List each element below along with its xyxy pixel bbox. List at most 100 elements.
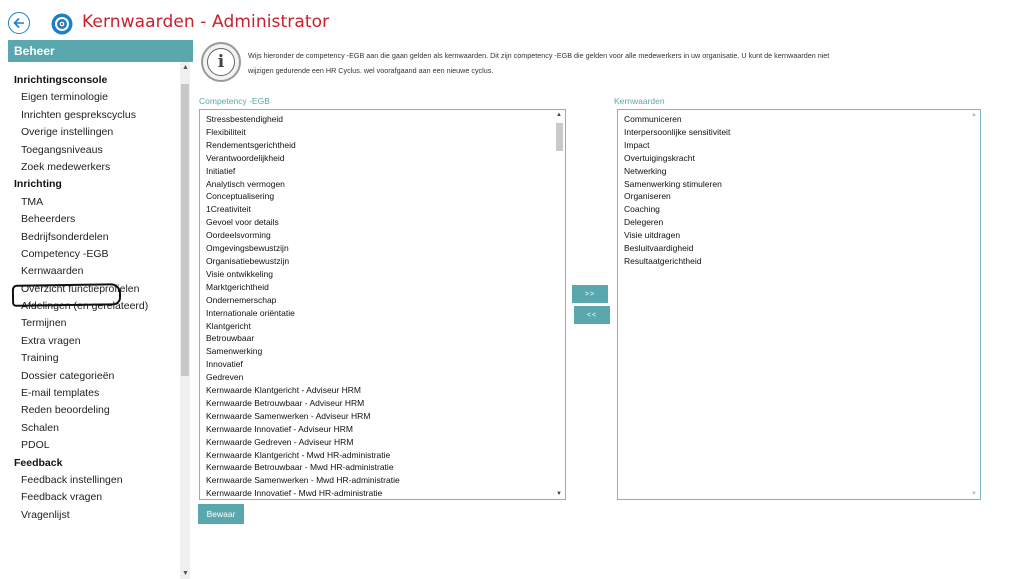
sidebar-item-overzicht-functieprofielen[interactable]: Overzicht functieprofielen <box>8 281 180 298</box>
list-item[interactable]: Besluitvaardigheid <box>624 242 980 255</box>
sidebar-item-toegangsniveaus[interactable]: Toegangsniveaus <box>8 142 180 159</box>
list-item[interactable]: Klantgericht <box>206 320 565 333</box>
sidebar-body: Inrichtingsconsole Eigen terminologie In… <box>8 62 193 579</box>
sidebar-item-tma[interactable]: TMA <box>8 194 180 211</box>
list-item[interactable]: Omgevingsbewustzijn <box>206 242 565 255</box>
list-item[interactable]: Kernwaarde Betrouwbaar - Adviseur HRM <box>206 397 565 410</box>
scroll-down-icon[interactable]: ▼ <box>182 570 189 577</box>
competency-list-label: Competency -EGB <box>199 96 270 106</box>
list-item[interactable]: Kernwaarde Klantgericht - Adviseur HRM <box>206 384 565 397</box>
list-item[interactable]: Delegeren <box>624 216 980 229</box>
back-button[interactable] <box>8 12 30 34</box>
scroll-down-icon[interactable]: ▼ <box>971 491 977 497</box>
sidebar-item-pdol[interactable]: PDOL <box>8 437 180 454</box>
list-item[interactable]: Gedreven <box>206 371 565 384</box>
list-item[interactable]: Conceptualisering <box>206 190 565 203</box>
list-item[interactable]: Gevoel voor details <box>206 216 565 229</box>
list-item[interactable]: Kernwaarde Innovatief - Adviseur HRM <box>206 423 565 436</box>
sidebar-item-extra-vragen[interactable]: Extra vragen <box>8 333 180 350</box>
sidebar-item-competency-egb[interactable]: Competency -EGB <box>8 246 180 263</box>
sidebar: Beheer Inrichtingsconsole Eigen terminol… <box>8 40 193 579</box>
app-logo-icon <box>51 13 73 35</box>
list-item[interactable]: Visie ontwikkeling <box>206 268 565 281</box>
sidebar-item-reden-beoordeling[interactable]: Reden beoordeling <box>8 402 180 419</box>
competency-list: Stressbestendigheid Flexibiliteit Rendemen… <box>200 110 565 499</box>
list-item[interactable]: Communiceren <box>624 113 980 126</box>
list-item[interactable]: Resultaatgerichtheid <box>624 255 980 268</box>
competency-list-scrollbar[interactable]: ▲ ▼ <box>554 110 565 499</box>
sidebar-item-termijnen[interactable]: Termijnen <box>8 315 180 332</box>
list-item[interactable]: Visie uitdragen <box>624 229 980 242</box>
list-item[interactable]: 1Creativiteit <box>206 203 565 216</box>
scroll-down-icon[interactable]: ▼ <box>556 491 562 497</box>
window-title: Kernwaarden - Administrator <box>82 12 330 32</box>
sidebar-item-afdelingen[interactable]: Afdelingen (en gerelateerd) <box>8 298 180 315</box>
sidebar-item-zoek-medewerkers[interactable]: Zoek medewerkers <box>8 159 180 176</box>
list-item[interactable]: Netwerking <box>624 165 980 178</box>
scroll-up-icon[interactable]: ▲ <box>182 64 189 71</box>
add-to-kernwaarden-button[interactable]: >> <box>572 285 608 303</box>
scrollbar-thumb[interactable] <box>556 123 563 151</box>
info-text: Wijs hieronder de competency -EGB aan di… <box>248 48 988 78</box>
sidebar-header: Beheer <box>8 40 193 62</box>
info-line-1: Wijs hieronder de competency -EGB aan di… <box>248 51 830 60</box>
list-item[interactable]: Marktgerichtheid <box>206 281 565 294</box>
scroll-up-icon[interactable]: ▲ <box>971 112 977 118</box>
remove-from-kernwaarden-button[interactable]: << <box>574 306 610 324</box>
kernwaarden-listbox[interactable]: Communiceren Interpersoonlijke sensitivit… <box>617 109 981 500</box>
list-item[interactable]: Ondernemerschap <box>206 294 565 307</box>
sidebar-section-title: Inrichtingsconsole <box>14 74 108 86</box>
list-item[interactable]: Overtuigingskracht <box>624 152 980 165</box>
list-item[interactable]: Organisatiebewustzijn <box>206 255 565 268</box>
list-item[interactable]: Initiatief <box>206 165 565 178</box>
title-bar: Kernwaarden - Administrator <box>0 0 1031 40</box>
list-item[interactable]: Samenwerking stimuleren <box>624 178 980 191</box>
list-item[interactable]: Kernwaarde Samenwerken - Mwd HR-administ… <box>206 474 565 487</box>
info-line-2: wijzigen gedurende een HR Cyclus. wel vo… <box>248 66 494 75</box>
sidebar-scrollbar[interactable]: ▲ ▼ <box>180 62 190 579</box>
sidebar-item-overige-instellingen[interactable]: Overige instellingen <box>8 124 180 141</box>
list-item[interactable]: Betrouwbaar <box>206 332 565 345</box>
list-item[interactable]: Impact <box>624 139 980 152</box>
sidebar-item-vragenlijst[interactable]: Vragenlijst <box>8 507 180 524</box>
save-button[interactable]: Bewaar <box>198 504 244 524</box>
list-item[interactable]: Internationale oriëntatie <box>206 307 565 320</box>
list-item[interactable]: Analytisch vermogen <box>206 178 565 191</box>
list-item[interactable]: Kernwaarde Gedreven - Adviseur HRM <box>206 436 565 449</box>
sidebar-item-eigen-terminologie[interactable]: Eigen terminologie <box>8 89 180 106</box>
app-window: Kernwaarden - Administrator Beheer Inric… <box>0 0 1031 579</box>
sidebar-item-dossier-categorieen[interactable]: Dossier categorieën <box>8 368 180 385</box>
list-item[interactable]: Oordeelsvorming <box>206 229 565 242</box>
list-item[interactable]: Innovatief <box>206 358 565 371</box>
sidebar-item-email-templates[interactable]: E-mail templates <box>8 385 180 402</box>
list-item[interactable]: Kernwaarde Klantgericht - Mwd HR-adminis… <box>206 449 565 462</box>
list-item[interactable]: Coaching <box>624 203 980 216</box>
sidebar-item-schalen[interactable]: Schalen <box>8 420 180 437</box>
sidebar-item-bedrijfsonderdelen[interactable]: Bedrijfsonderdelen <box>8 229 180 246</box>
list-item[interactable]: Interpersoonlijke sensitiviteit <box>624 126 980 139</box>
list-item[interactable]: Flexibiliteit <box>206 126 565 139</box>
list-item[interactable]: Kernwaarde Betrouwbaar - Mwd HR-administ… <box>206 461 565 474</box>
list-item[interactable]: Samenwerking <box>206 345 565 358</box>
info-glyph: i <box>207 48 235 76</box>
list-item[interactable]: Verantwoordelijkheid <box>206 152 565 165</box>
back-arrow-icon <box>13 17 24 29</box>
scroll-up-icon[interactable]: ▲ <box>556 112 562 118</box>
scrollbar-thumb[interactable] <box>181 84 189 376</box>
kernwaarden-list-scrollbar[interactable]: ▲ ▼ <box>969 110 980 499</box>
sidebar-item-training[interactable]: Training <box>8 350 180 367</box>
list-item[interactable]: Kernwaarde Innovatief - Mwd HR-administr… <box>206 487 565 499</box>
list-item[interactable]: Stressbestendigheid <box>206 113 565 126</box>
sidebar-item-inrichten-gesprekscyclus[interactable]: Inrichten gesprekscyclus <box>8 107 180 124</box>
sidebar-item-feedback-instellingen[interactable]: Feedback instellingen <box>8 472 180 489</box>
kernwaarden-list: Communiceren Interpersoonlijke sensitivit… <box>618 110 980 268</box>
list-item[interactable]: Kernwaarde Samenwerken - Adviseur HRM <box>206 410 565 423</box>
sidebar-item-kernwaarden[interactable]: Kernwaarden <box>8 263 180 280</box>
list-item[interactable]: Rendementsgerichtheid <box>206 139 565 152</box>
sidebar-item-beheerders[interactable]: Beheerders <box>8 211 180 228</box>
sidebar-section-title: Inrichting <box>14 178 62 191</box>
competency-listbox[interactable]: Stressbestendigheid Flexibiliteit Rendemen… <box>199 109 566 500</box>
sidebar-section-title: Feedback <box>14 456 63 469</box>
sidebar-item-feedback-vragen[interactable]: Feedback vragen <box>8 489 180 506</box>
list-item[interactable]: Organiseren <box>624 190 980 203</box>
